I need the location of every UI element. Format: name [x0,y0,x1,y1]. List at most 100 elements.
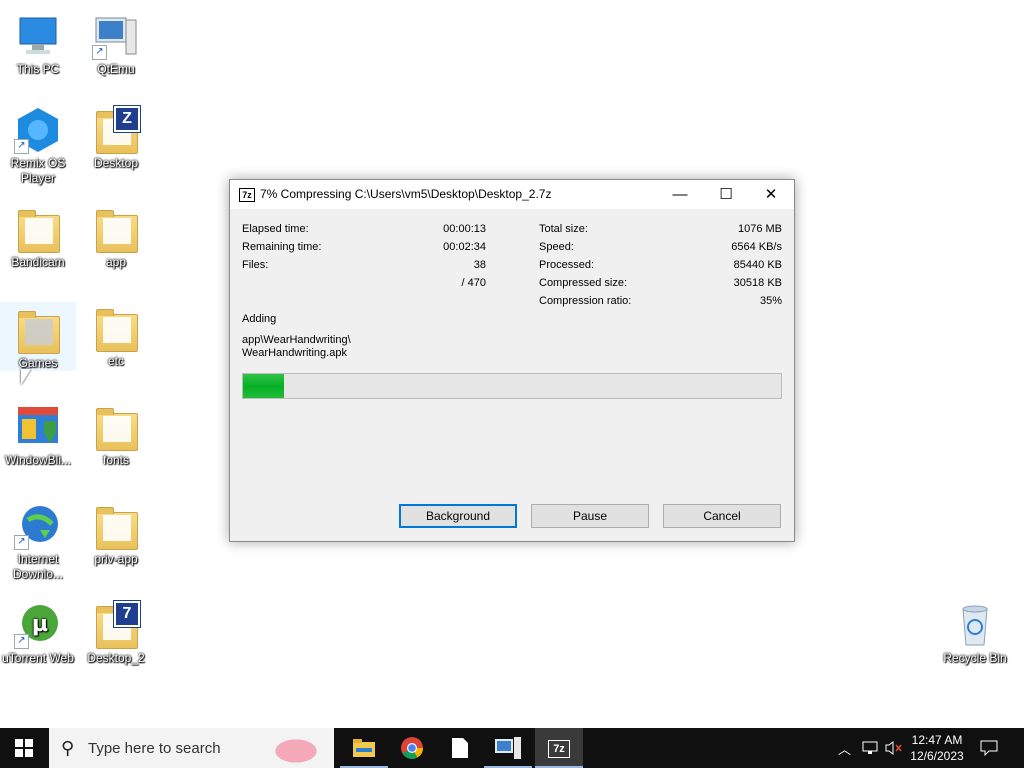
remix-os-icon: ↗ [14,106,62,154]
taskbar: ⚲ Type here to search 7z ︿ 12:47 AM 12/6… [0,728,1024,768]
taskbar-search-box[interactable]: ⚲ Type here to search [49,728,334,768]
files-total-value: / 470 [461,277,486,289]
windows-logo-icon [15,739,33,757]
network-icon [862,741,878,754]
progress-bar [242,373,782,399]
folder-icon [92,403,140,451]
maximize-button[interactable]: ☐ [703,180,749,209]
total-size-value: 1076 MB [737,223,782,235]
desktop-icon-games[interactable]: Games [0,302,76,371]
desktop-icon-desktop-zip[interactable]: Z Desktop [78,102,154,171]
desktop-icon-label: Desktop_2 [87,651,145,665]
taskbar-clock[interactable]: 12:47 AM 12/6/2023 [903,732,971,764]
stats-right-labels: Total size: Speed: Processed: Compressed… [539,220,679,310]
remaining-time-value: 00:02:34 [443,241,486,253]
clock-date: 12/6/2023 [910,749,964,763]
current-action: Adding [242,313,277,325]
desktop-icon-fonts[interactable]: fonts [78,399,154,468]
7zip-app-icon: 7z [239,188,255,202]
processed-label: Processed: [539,259,595,271]
recycle-bin-icon [951,601,999,649]
desktop-icon-label: WindowBli... [4,453,72,467]
taskbar-7zip[interactable]: 7z [535,728,583,768]
7z-badge-icon: 7 [113,600,141,628]
stats-left-values: 00:00:13 00:02:34 38 / 470 [390,220,486,292]
network-tray-icon[interactable] [862,728,880,768]
desktop-icon-bandicam[interactable]: Bandicam [0,201,76,270]
volume-muted-icon [885,741,902,755]
cancel-button[interactable]: Cancel [663,504,781,528]
files-value: 38 [473,259,486,271]
elapsed-time-label: Elapsed time: [242,223,309,235]
7z-folder-icon: 7 [92,600,141,649]
desktop-icon-label: uTorrent Web [2,651,74,665]
notepad-icon [452,738,468,758]
pause-button[interactable]: Pause [531,504,649,528]
current-file-dir: app\WearHandwriting\ [242,334,351,346]
desktop-icon-label: This PC [16,62,60,76]
speed-label: Speed: [539,241,574,253]
desktop-icon-internet-download-manager[interactable]: ↗ Internet Downlo... [0,498,76,582]
files-label: Files: [242,259,269,271]
windowblinds-icon [14,403,62,451]
desktop-icon-utorrent-web[interactable]: µ ↗ uTorrent Web [0,597,76,666]
current-file: app\WearHandwriting\ WearHandwriting.apk [242,334,351,360]
folder-icon [92,205,140,253]
close-button[interactable]: ✕ [748,180,794,209]
search-placeholder: Type here to search [88,740,221,757]
desktop-icon-label: Internet Downlo... [12,552,64,581]
qtemu-icon [495,737,521,759]
folder-icon [14,306,62,354]
desktop-icon-qtemu[interactable]: ↗ QtEmu [78,8,154,77]
volume-tray-icon[interactable] [885,728,905,768]
processed-value: 85440 KB [733,259,782,271]
desktop-icon-label: Desktop [93,156,139,170]
search-icon: ⚲ [61,738,75,758]
start-button[interactable] [0,728,48,768]
desktop-icon-app[interactable]: app [78,201,154,270]
desktop-icon-priv-app[interactable]: priv-app [78,498,154,567]
compressed-size-value: 30518 KB [733,277,782,289]
desktop-icon-this-pc[interactable]: This PC [0,8,76,77]
svg-text:µ: µ [32,612,48,637]
folder-icon [92,502,140,550]
folder-icon [92,304,140,352]
minimize-button[interactable]: — [657,180,703,209]
desktop-icon-remix-os-player[interactable]: ↗ Remix OS Player [0,102,76,186]
desktop-icon-label: etc [107,354,124,368]
taskbar-file-explorer[interactable] [340,728,388,768]
stats-right-values: 1076 MB 6564 KB/s 85440 KB 30518 KB 35% [670,220,782,310]
chevron-up-icon: ︿ [838,742,852,757]
remaining-time-label: Remaining time: [242,241,322,253]
compressed-size-label: Compressed size: [539,277,628,289]
shortcut-arrow-icon: ↗ [14,535,29,550]
taskbar-notepad[interactable] [436,728,484,768]
dialog-title: 7% Compressing C:\Users\vm5\Desktop\Desk… [260,187,552,201]
show-hidden-icons-button[interactable]: ︿ [838,728,855,768]
desktop-icon-label: Games [18,356,58,370]
progress-bar-fill [243,374,285,398]
mouse-cursor [21,369,31,385]
desktop-icon-label: Remix OS Player [10,156,66,185]
file-explorer-icon [353,739,375,757]
desktop-icon-etc[interactable]: etc [78,300,154,369]
this-pc-icon [14,12,62,60]
shortcut-arrow-icon: ↗ [92,45,107,60]
compression-ratio-label: Compression ratio: [539,295,632,307]
zip-badge-icon: Z [113,105,141,133]
taskbar-chrome[interactable] [388,728,436,768]
desktop-icon-desktop-2[interactable]: 7 Desktop_2 [78,597,154,666]
desktop-icon-recycle-bin[interactable]: Recycle Bin [937,597,1013,666]
dialog-titlebar[interactable]: 7z 7% Compressing C:\Users\vm5\Desktop\D… [230,180,794,209]
taskbar-qtemu[interactable] [484,728,532,768]
shortcut-arrow-icon: ↗ [14,634,29,649]
desktop-icon-windowblinds[interactable]: WindowBli... [0,399,76,468]
utorrent-icon: µ ↗ [14,601,62,649]
stats-left-labels: Elapsed time: Remaining time: Files: [242,220,382,292]
background-button[interactable]: Background [399,504,517,528]
qtemu-icon: ↗ [92,12,140,60]
chrome-icon [401,737,423,759]
internet-download-manager-icon: ↗ [14,502,62,550]
zip-folder-icon: Z [92,105,141,154]
action-center-button[interactable] [980,728,1004,768]
